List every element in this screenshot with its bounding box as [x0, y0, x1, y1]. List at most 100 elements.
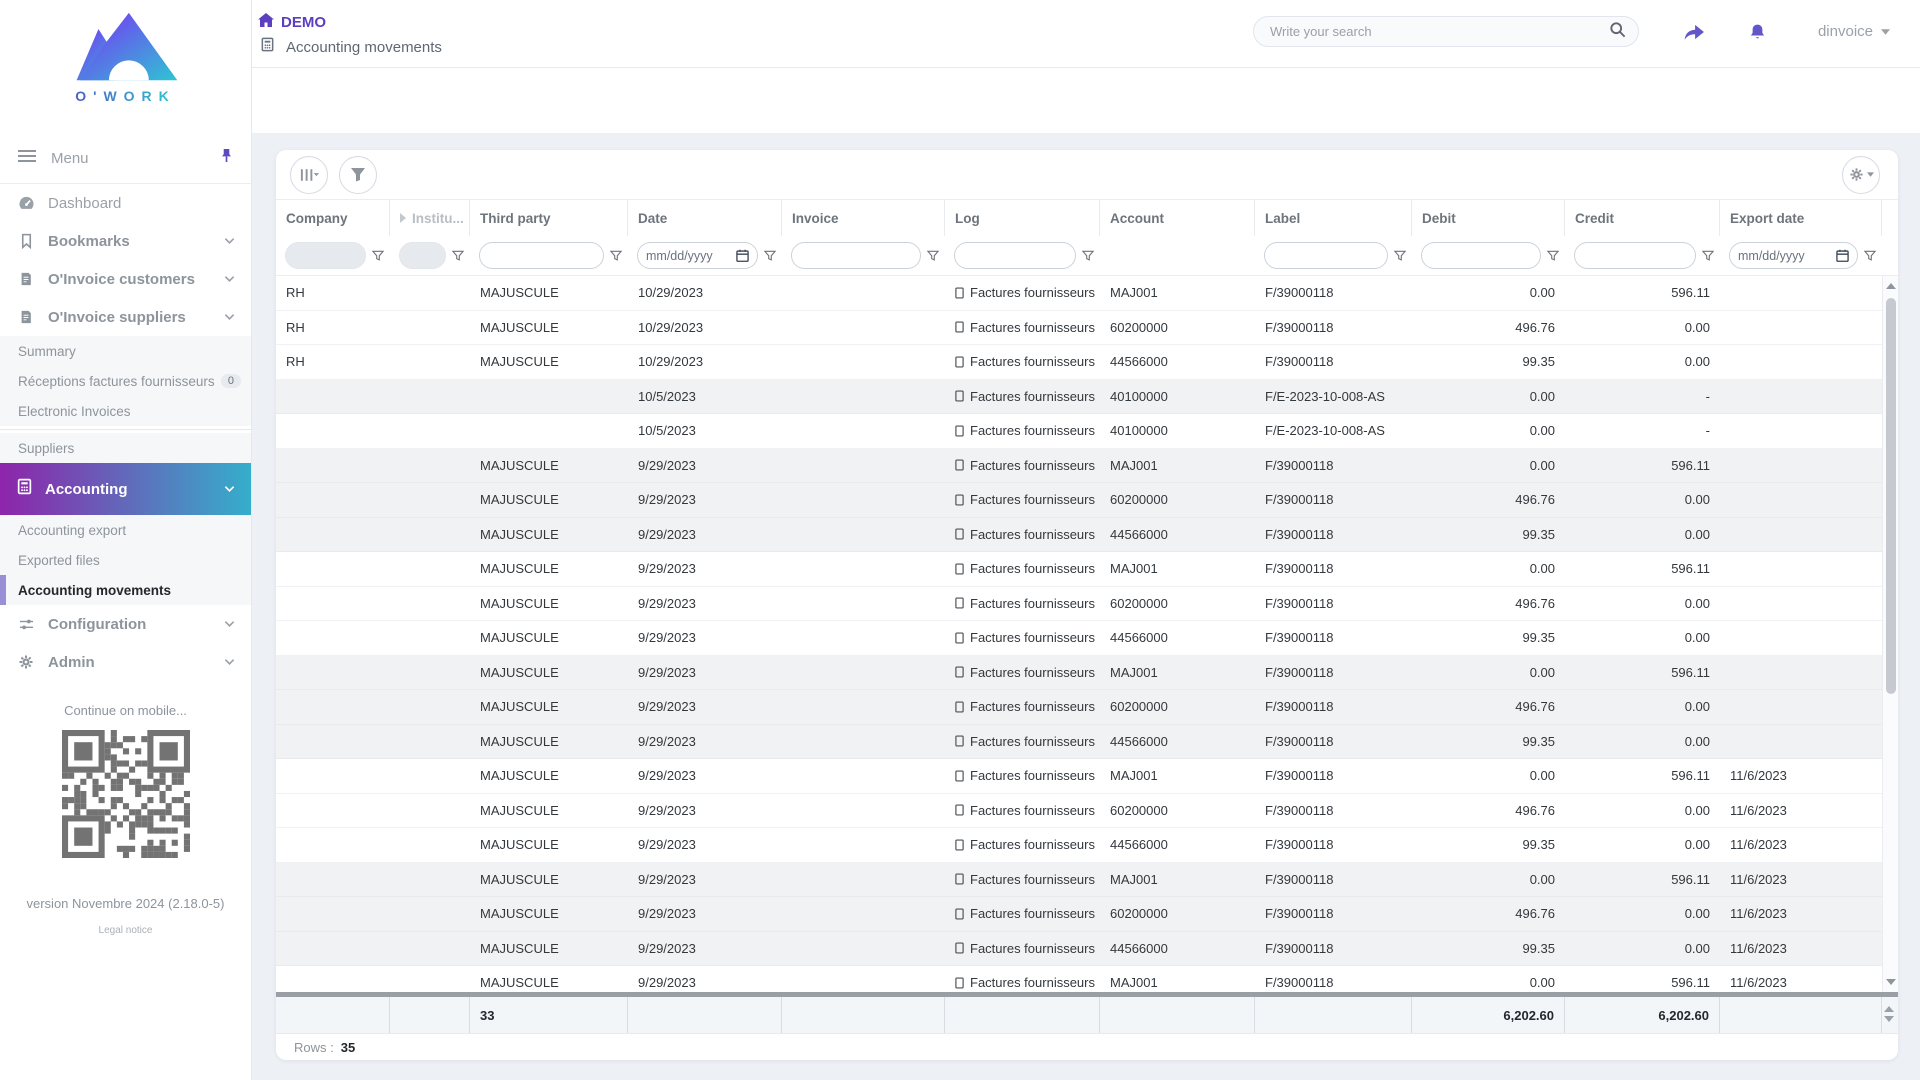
table-row[interactable]: MAJUSCULE9/29/2023Factures fournisseurs4… [276, 725, 1898, 760]
table-row[interactable]: 10/5/2023Factures fournisseurs40100000F/… [276, 380, 1898, 415]
sidebar-item-dashboard[interactable]: Dashboard [0, 184, 251, 222]
column-filter-funnel-icon[interactable] [372, 250, 384, 262]
table-row[interactable]: MAJUSCULE9/29/2023Factures fournisseurs6… [276, 794, 1898, 829]
sidebar-item-admin[interactable]: Admin [0, 643, 251, 681]
column-header-label[interactable]: Label [1255, 200, 1412, 236]
cell-third_party: MAJUSCULE [470, 897, 628, 931]
table-row[interactable]: MAJUSCULE9/29/2023Factures fournisseursM… [276, 656, 1898, 691]
mini-up-arrow-icon[interactable] [1884, 1006, 1894, 1012]
search-icon[interactable] [1609, 21, 1626, 43]
filter-input-debit[interactable] [1421, 242, 1541, 269]
table-row[interactable]: MAJUSCULE9/29/2023Factures fournisseursM… [276, 759, 1898, 794]
column-header-export_date[interactable]: Export date [1720, 200, 1882, 236]
cell-invoice [782, 345, 945, 379]
scroll-up-arrow-icon[interactable] [1886, 283, 1896, 289]
column-header-company[interactable]: Company [276, 200, 390, 236]
cell-company [276, 897, 390, 931]
column-filter-funnel-icon[interactable] [1547, 250, 1559, 262]
table-row[interactable]: MAJUSCULE9/29/2023Factures fournisseursM… [276, 449, 1898, 484]
sidebar-subitem-electronic-invoices[interactable]: Electronic Invoices [0, 396, 251, 426]
sidebar-subitem-exported-files[interactable]: Exported files [0, 545, 251, 575]
total-cell-export_date [1720, 997, 1882, 1033]
columns-button[interactable] [290, 156, 328, 194]
column-filter-funnel-icon[interactable] [1082, 250, 1094, 262]
settings-button[interactable] [1842, 156, 1880, 194]
column-filter-funnel-icon[interactable] [610, 250, 622, 262]
cell-invoice [782, 587, 945, 621]
column-header-credit[interactable]: Credit [1565, 200, 1720, 236]
column-filter-funnel-icon[interactable] [1702, 250, 1714, 262]
table-row[interactable]: MAJUSCULE9/29/2023Factures fournisseurs6… [276, 587, 1898, 622]
table-row[interactable]: MAJUSCULE9/29/2023Factures fournisseursM… [276, 552, 1898, 587]
calendar-icon[interactable] [736, 249, 749, 262]
filter-input-credit[interactable] [1574, 242, 1696, 269]
vertical-scrollbar[interactable] [1882, 276, 1898, 992]
table-row[interactable]: MAJUSCULE9/29/2023Factures fournisseursM… [276, 863, 1898, 898]
date-filter-input-export_date[interactable]: mm/dd/yyyy [1729, 242, 1858, 269]
notifications-bell-icon[interactable] [1749, 23, 1766, 41]
pin-icon[interactable] [220, 148, 233, 168]
hamburger-icon[interactable] [18, 149, 36, 168]
column-header-date[interactable]: Date [628, 200, 782, 236]
share-icon[interactable] [1683, 23, 1705, 41]
table-row[interactable]: MAJUSCULE9/29/2023Factures fournisseurs6… [276, 690, 1898, 725]
filter-input-third_party[interactable] [479, 242, 604, 269]
sidebar-item-configuration[interactable]: Configuration [0, 605, 251, 643]
table-row[interactable]: MAJUSCULE9/29/2023Factures fournisseurs4… [276, 932, 1898, 967]
scrollbar-thumb[interactable] [1886, 298, 1896, 694]
date-filter-input-date[interactable]: mm/dd/yyyy [637, 242, 758, 269]
scroll-down-arrow-icon[interactable] [1886, 979, 1896, 985]
column-header-invoice[interactable]: Invoice [782, 200, 945, 236]
column-header-third_party[interactable]: Third party [470, 200, 628, 236]
cell-company [276, 414, 390, 448]
column-filter-funnel-icon[interactable] [1394, 250, 1406, 262]
column-header-log[interactable]: Log [945, 200, 1100, 236]
sidebar-subitem-suppliers[interactable]: Suppliers [0, 433, 251, 463]
log-label: Factures fournisseurs [970, 768, 1095, 783]
sidebar-item-label: Dashboard [48, 195, 121, 212]
column-header-account[interactable]: Account [1100, 200, 1255, 236]
expand-group-icon[interactable] [400, 211, 412, 226]
sidebar-item-o-invoice-customers[interactable]: O'Invoice customers [0, 260, 251, 298]
table-row[interactable]: 10/5/2023Factures fournisseurs40100000F/… [276, 414, 1898, 449]
table-row[interactable]: MAJUSCULE9/29/2023Factures fournisseurs4… [276, 828, 1898, 863]
cell-log: Factures fournisseurs [945, 759, 1100, 793]
calendar-icon[interactable] [1836, 249, 1849, 262]
legal-notice-link[interactable]: Legal notice [0, 925, 251, 936]
search-bar [1253, 16, 1639, 47]
cell-date: 10/29/2023 [628, 276, 782, 310]
cell-debit: 496.76 [1412, 794, 1565, 828]
sidebar-item-o-invoice-suppliers[interactable]: O'Invoice suppliers [0, 298, 251, 336]
search-input[interactable] [1270, 24, 1609, 39]
sidebar-subitem-summary[interactable]: Summary [0, 336, 251, 366]
filter-input-invoice[interactable] [791, 242, 921, 269]
sidebar-subitem-r-ceptions-factures-fournisseurs[interactable]: Réceptions factures fournisseurs0 [0, 366, 251, 396]
cell-log: Factures fournisseurs [945, 587, 1100, 621]
table-row[interactable]: MAJUSCULE9/29/2023Factures fournisseursM… [276, 966, 1898, 992]
column-header-debit[interactable]: Debit [1412, 200, 1565, 236]
sidebar-subitem-accounting-export[interactable]: Accounting export [0, 515, 251, 545]
table-row[interactable]: RHMAJUSCULE10/29/2023Factures fournisseu… [276, 276, 1898, 311]
table-row[interactable]: MAJUSCULE9/29/2023Factures fournisseurs4… [276, 621, 1898, 656]
table-row[interactable]: RHMAJUSCULE10/29/2023Factures fournisseu… [276, 345, 1898, 380]
breadcrumb-app[interactable]: DEMO [258, 13, 326, 32]
column-filter-funnel-icon[interactable] [1864, 250, 1876, 262]
table-row[interactable]: MAJUSCULE9/29/2023Factures fournisseurs4… [276, 518, 1898, 553]
filter-input-log[interactable] [954, 242, 1076, 269]
column-filter-funnel-icon[interactable] [764, 250, 776, 262]
filter-input-label[interactable] [1264, 242, 1388, 269]
table-row[interactable]: MAJUSCULE9/29/2023Factures fournisseurs6… [276, 483, 1898, 518]
sidebar-item-bookmarks[interactable]: Bookmarks [0, 222, 251, 260]
chevron-down-icon [224, 615, 235, 633]
column-filter-funnel-icon[interactable] [452, 250, 464, 262]
sidebar-item-accounting[interactable]: Accounting [0, 463, 251, 515]
sidebar-subitem-accounting-movements[interactable]: Accounting movements [0, 575, 251, 605]
filter-button[interactable] [339, 156, 377, 194]
user-menu[interactable]: dinvoice [1818, 23, 1890, 40]
table-row[interactable]: MAJUSCULE9/29/2023Factures fournisseurs6… [276, 897, 1898, 932]
mini-down-arrow-icon[interactable] [1884, 1016, 1894, 1022]
table-row[interactable]: RHMAJUSCULE10/29/2023Factures fournisseu… [276, 311, 1898, 346]
cell-export_date: 11/6/2023 [1720, 759, 1882, 793]
column-filter-funnel-icon[interactable] [927, 250, 939, 262]
column-header-institution[interactable]: Institu... [390, 200, 470, 236]
